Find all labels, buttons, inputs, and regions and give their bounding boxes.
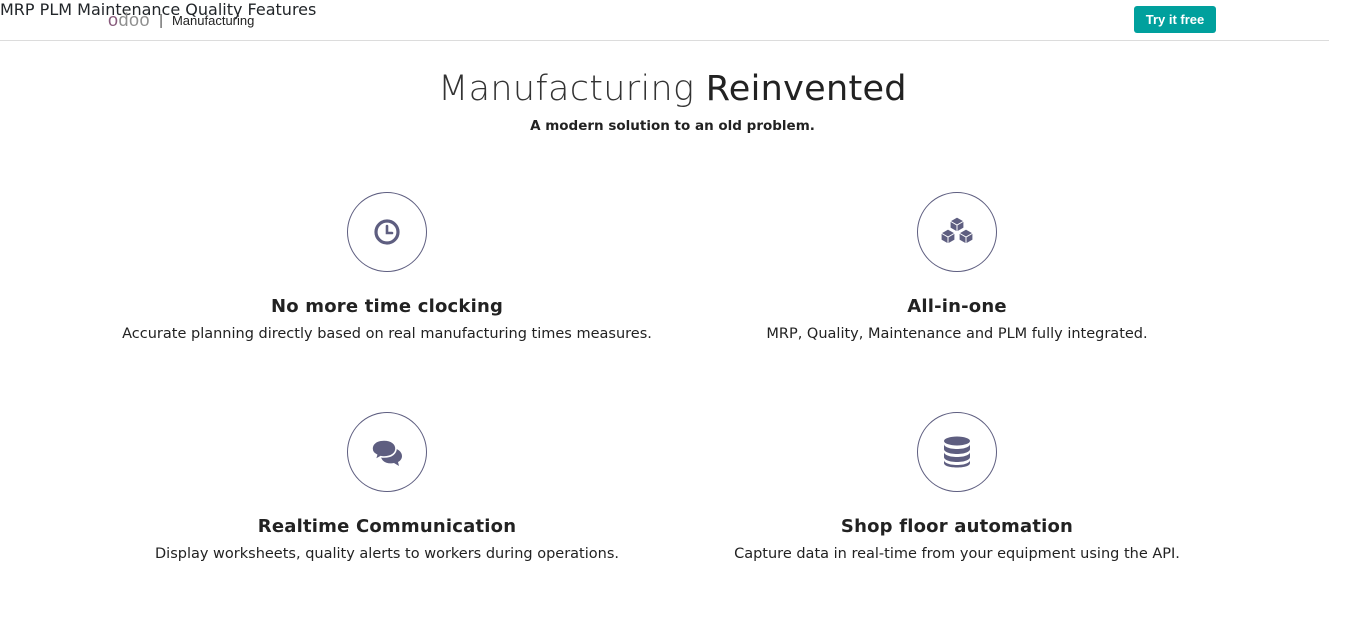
feature-realtime-communication: Realtime Communication Display worksheet… — [87, 412, 687, 562]
nav-link-plm[interactable]: PLM — [40, 0, 72, 19]
feature-description: MRP, Quality, Maintenance and PLM fully … — [766, 326, 1148, 342]
feature-description: Display worksheets, quality alerts to wo… — [155, 546, 619, 562]
feature-shop-floor-automation: Shop floor automation Capture data in re… — [657, 412, 1257, 562]
feature-description: Capture data in real-time from your equi… — [734, 546, 1180, 562]
product-name[interactable]: Manufacturing — [172, 13, 254, 28]
feature-title: Realtime Communication — [257, 516, 517, 537]
page-subtitle: A modern solution to an old problem. — [530, 118, 815, 134]
feature-time-clocking: No more time clocking Accurate planning … — [87, 192, 687, 342]
feature-icon-circle — [347, 412, 427, 492]
feature-title: No more time clocking — [270, 296, 504, 317]
brand-separator: | — [159, 11, 163, 29]
feature-description: Accurate planning directly based on real… — [122, 326, 652, 342]
chat-bubbles-icon — [371, 439, 402, 466]
title-light: Manufacturing — [438, 69, 695, 109]
clock-icon — [374, 219, 400, 245]
database-icon — [944, 436, 970, 468]
feature-all-in-one: All-in-one MRP, Quality, Maintenance and… — [657, 192, 1257, 342]
odoo-logo[interactable]: odoo — [108, 10, 150, 31]
feature-icon-circle — [347, 192, 427, 272]
top-navbar: odoo | Manufacturing MRP PLM Maintenance… — [0, 0, 1329, 41]
try-it-free-button[interactable]: Try it free — [1134, 6, 1216, 33]
feature-icon-circle — [917, 412, 997, 492]
nav-link-mrp[interactable]: MRP — [0, 0, 35, 19]
brand[interactable]: odoo | Manufacturing — [108, 8, 254, 32]
nav-link-features[interactable]: Features — [248, 0, 317, 19]
title-strong: Reinvented — [705, 69, 907, 109]
cubes-icon — [940, 216, 974, 245]
feature-title: Shop floor automation — [840, 516, 1074, 537]
page-title: Manufacturing Reinvented — [0, 69, 1345, 109]
feature-title: All-in-one — [907, 296, 1007, 317]
feature-icon-circle — [917, 192, 997, 272]
